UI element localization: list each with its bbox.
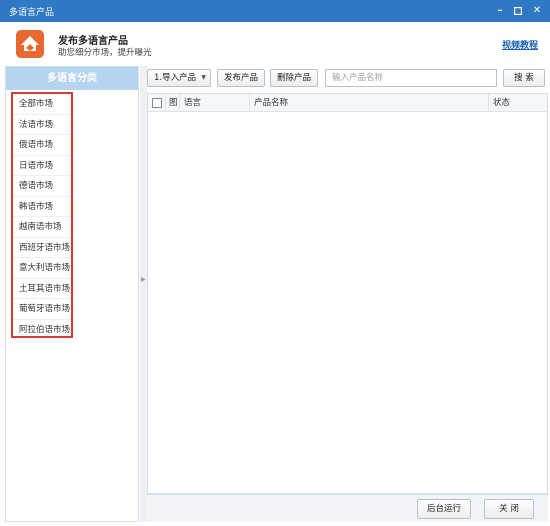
column-header-image[interactable]: 图 (166, 94, 180, 112)
category-item-korean[interactable]: 韩语市场 (13, 197, 71, 217)
video-tutorial-link[interactable]: 视频教程 (502, 38, 538, 51)
product-table: 图 语言 产品名称 状态 (147, 93, 548, 494)
category-item-german[interactable]: 德语市场 (13, 176, 71, 197)
category-item-spanish[interactable]: 西班牙语市场 (13, 238, 71, 258)
window-title: 多语言产品 (9, 8, 55, 18)
chevron-down-icon: ▼ (201, 74, 206, 81)
search-button[interactable]: 搜 索 (503, 69, 545, 87)
import-button-label: 1.导入产品 (154, 73, 197, 83)
table-header: 图 语言 产品名称 状态 (148, 94, 547, 112)
search-input[interactable]: 输入产品名称 (325, 69, 497, 87)
category-item-vietnamese[interactable]: 越南语市场 (13, 217, 71, 238)
minimize-icon[interactable]: – (492, 3, 508, 19)
header-title: 发布多语言产品 (58, 36, 128, 47)
category-item-russian[interactable]: 俄语市场 (13, 135, 71, 156)
category-item-turkish[interactable]: 土耳其语市场 (13, 279, 71, 299)
title-bar: 多语言产品 – ✕ (0, 0, 550, 22)
language-category-sidebar: 多语言分类 全部市场 法语市场 俄语市场 日语市场 德语市场 韩语市场 越南语市… (5, 66, 139, 522)
close-icon[interactable]: ✕ (529, 3, 545, 19)
panel-splitter[interactable]: ▶ (140, 66, 147, 522)
dialog-footer: 后台运行 关 闭 (147, 494, 548, 522)
app-logo-icon (16, 30, 44, 58)
close-button[interactable]: 关 闭 (484, 499, 534, 519)
category-list: 全部市场 法语市场 俄语市场 日语市场 德语市场 韩语市场 越南语市场 西班牙语… (11, 92, 73, 340)
sidebar-heading: 多语言分类 (6, 67, 138, 90)
collapse-arrow-icon[interactable]: ▶ (141, 276, 146, 283)
toolbar: 1.导入产品 ▼ 发布产品 删除产品 输入产品名称 搜 索 (147, 66, 548, 90)
dialog-header: 发布多语言产品 助您细分市场，提升曝光 视频教程 (0, 22, 550, 66)
column-header-language[interactable]: 语言 (180, 94, 250, 112)
publish-button[interactable]: 发布产品 (217, 69, 265, 87)
category-item-italian[interactable]: 意大利语市场 (13, 258, 71, 279)
category-item-japanese[interactable]: 日语市场 (13, 156, 71, 176)
category-item-portuguese[interactable]: 葡萄牙语市场 (13, 299, 71, 320)
delete-button[interactable]: 删除产品 (270, 69, 318, 87)
column-header-status[interactable]: 状态 (489, 94, 549, 112)
category-item-arabic[interactable]: 阿拉伯语市场 (13, 320, 71, 340)
select-all-checkbox[interactable] (152, 98, 162, 108)
header-subtitle: 助您细分市场，提升曝光 (58, 48, 152, 58)
maximize-icon[interactable] (510, 3, 526, 19)
run-in-background-button[interactable]: 后台运行 (417, 499, 471, 519)
header-checkbox-cell (148, 94, 166, 112)
category-item-all[interactable]: 全部市场 (13, 94, 71, 115)
column-header-product-name[interactable]: 产品名称 (250, 94, 489, 112)
category-item-french[interactable]: 法语市场 (13, 115, 71, 135)
import-dropdown-button[interactable]: 1.导入产品 ▼ (147, 69, 211, 87)
